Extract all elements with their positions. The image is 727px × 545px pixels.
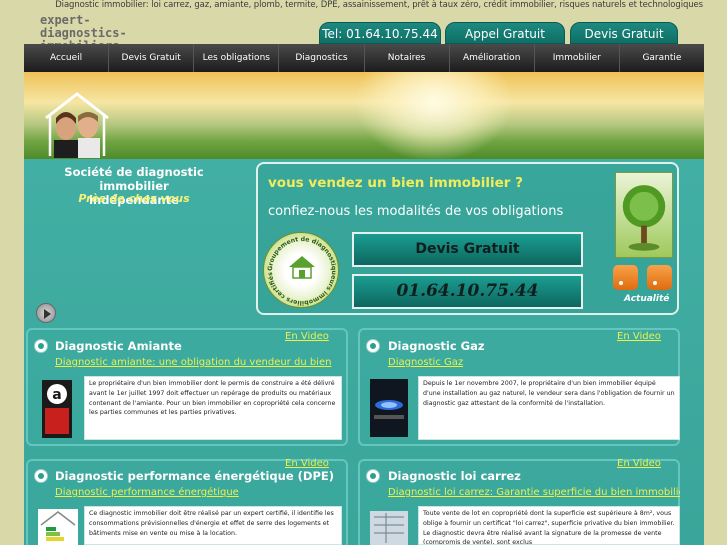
nav-item-garantie[interactable]: Garantie (620, 44, 704, 72)
nav-item-devis[interactable]: Devis Gratuit (109, 44, 195, 72)
tagline-subtitle: Près de chez vous (78, 192, 190, 205)
svg-text:Groupement de diagnostiqueurs: Groupement de diagnostiqueurs immobilier… (266, 236, 337, 306)
svg-text:a: a (52, 387, 61, 403)
seo-topline: Diagnostic immobilier: loi carrez, gaz, … (55, 0, 703, 10)
appel-gratuit-tab[interactable]: Appel Gratuit (445, 22, 565, 44)
devis-gratuit-button[interactable]: Devis Gratuit (352, 232, 583, 267)
hero-banner (24, 72, 704, 159)
tagline-line-1: Société de diagnostic immobilier (64, 165, 204, 193)
video-link-gaz[interactable]: En Video (617, 331, 661, 342)
logo-line-1: expert-diagnostics- (40, 13, 127, 40)
nav-item-obligations[interactable]: Les obligations (194, 44, 280, 72)
video-link-dpe[interactable]: En Video (285, 458, 329, 469)
devis-gratuit-tab[interactable]: Devis Gratuit (570, 22, 678, 44)
nav-item-amelioration[interactable]: Amélioration (450, 44, 535, 72)
nav-item-accueil[interactable]: Accueil (24, 44, 110, 72)
nav-item-immobilier[interactable]: Immobilier (535, 44, 620, 72)
play-icon[interactable] (36, 303, 56, 323)
radio-icon[interactable] (34, 339, 48, 353)
card-link-carrez[interactable]: Diagnostic loi carrez: Garantie superfic… (388, 487, 680, 498)
video-link-carrez[interactable]: En Video (617, 458, 661, 469)
card-title-gaz: Diagnostic Gaz (388, 339, 485, 353)
amiante-warning-image: a (42, 380, 72, 438)
nav-item-diagnostics[interactable]: Diagnostics (279, 44, 365, 72)
rss-feed-icon[interactable] (613, 265, 638, 290)
sun-glow (354, 72, 514, 159)
radio-icon[interactable] (34, 469, 48, 483)
card-title-amiante: Diagnostic Amiante (55, 339, 182, 353)
video-link-amiante[interactable]: En Video (285, 331, 329, 342)
certification-seal[interactable]: Groupement de diagnostiqueurs immobilier… (263, 232, 339, 308)
nav-item-notaires[interactable]: Notaires (365, 44, 450, 72)
green-tree-image (615, 172, 673, 258)
card-title-dpe: Diagnostic performance énergétique (DPE) (55, 469, 334, 483)
card-link-dpe[interactable]: Diagnostic performance énergétique (55, 487, 239, 498)
dpe-house-image (38, 509, 78, 545)
card-link-amiante[interactable]: Diagnostic amiante: une obligation du ve… (55, 357, 331, 368)
phone-number-box[interactable]: 01.64.10.75.44 (352, 274, 583, 309)
floor-plan-image (370, 511, 408, 545)
seal-text: Groupement de diagnostiqueurs immobilier… (266, 236, 337, 306)
phone-tab[interactable]: Tel: 01.64.10.75.44 (319, 22, 441, 44)
promo-question: vous vendez un bien immobilier ? (268, 175, 523, 191)
actualite-label[interactable]: Actualité (624, 294, 669, 304)
gas-flame-image (370, 379, 408, 437)
card-desc-carrez: Toute vente de lot en copropriété dont l… (418, 506, 680, 545)
card-desc-dpe: Ce diagnostic immobilier doit être réali… (84, 506, 342, 545)
rss-news-icon[interactable] (647, 265, 672, 290)
card-link-gaz[interactable]: Diagnostic Gaz (388, 357, 463, 368)
card-title-carrez: Diagnostic loi carrez (388, 469, 521, 483)
promo-subtitle: confiez-nous les modalités de vos obliga… (268, 204, 564, 219)
radio-icon[interactable] (366, 339, 380, 353)
radio-icon[interactable] (366, 469, 380, 483)
couple-house-image (45, 92, 109, 158)
card-desc-amiante: Le propriétaire d'un bien immobilier don… (84, 376, 342, 440)
main-nav: Accueil Devis Gratuit Les obligations Di… (24, 44, 704, 72)
card-desc-gaz: Depuis le 1er novembre 2007, le propriét… (418, 376, 680, 440)
seal-ring: Groupement de diagnostiqueurs immobilier… (266, 236, 337, 306)
